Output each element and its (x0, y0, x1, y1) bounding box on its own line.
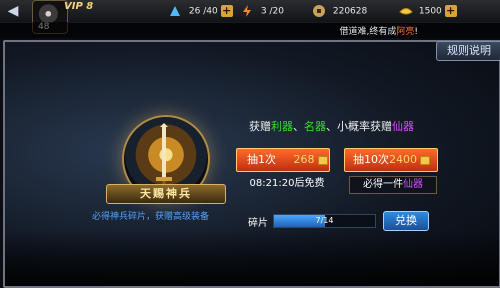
ticker-suffix: ! (414, 27, 418, 37)
top-bar: ◀ VIP 8 48 26 /40 + 3 /20 220628 1500 + (0, 0, 500, 34)
gold-value: 220628 (332, 6, 368, 17)
energy-stat: 3 /20 (240, 4, 284, 18)
ingot-icon (317, 155, 328, 165)
reward-item-1: 利器 (271, 120, 293, 133)
ticker-prefix: 借道难,终有成 (339, 27, 397, 37)
energy-icon (240, 4, 254, 18)
gold-stat: 220628 (312, 4, 367, 18)
fragments-progress-text: 7/14 (315, 216, 334, 225)
draw-10-label: 抽10次 (353, 153, 389, 166)
emblem-title: 天赐神兵 (106, 184, 226, 204)
reward-separator: 、 (293, 120, 304, 133)
ingots-value: 1500 (418, 6, 442, 17)
rules-button[interactable]: 规则说明 (436, 41, 500, 61)
ticker-highlight: 阿亮 (396, 27, 415, 37)
ingots-plus-button[interactable]: + (444, 5, 457, 17)
draw-10-button[interactable]: 抽10次2400 (344, 148, 438, 172)
energy-value: 3 /20 (260, 6, 284, 17)
fragments-label: 碎片 (248, 218, 268, 229)
guarantee-info: 必得一件仙器 (349, 176, 437, 194)
stamina-value: 26 /40 (188, 6, 218, 17)
fragments-progress-bar: 7/14 (273, 214, 376, 228)
coin-icon (312, 4, 326, 18)
emblem-description: 必得神兵碎片，获赠高级装备 (92, 212, 210, 222)
exchange-button[interactable]: 兑换 (383, 211, 429, 231)
free-draw-timer: 08:21:20后免费 (249, 178, 325, 189)
reward-item-3: 仙器 (392, 120, 414, 133)
reward-description: 获赠利器、名器、小概率获赠仙器 (249, 118, 414, 134)
announcement-ticker: 借道难,终有成阿亮! (0, 22, 500, 38)
draw-10-price: 2400 (389, 153, 417, 166)
stamina-icon (168, 4, 182, 18)
reward-text-1: 获赠 (249, 120, 271, 133)
reward-item-2: 名器 (304, 120, 326, 133)
ingot-icon (420, 155, 430, 165)
stamina-plus-button[interactable]: + (220, 5, 233, 17)
back-arrow-icon[interactable]: ◀ (4, 3, 22, 19)
guarantee-item: 仙器 (403, 179, 423, 190)
guarantee-prefix: 必得一件 (363, 179, 403, 190)
background-rocks (5, 230, 499, 286)
draw-1-price: 268 (293, 153, 315, 166)
draw-1-button[interactable]: 抽1次 268 (236, 148, 330, 172)
ticker-text: 借道难,终有成阿亮! (340, 24, 419, 37)
stamina-stat: 26 /40 + (168, 4, 233, 18)
ingots-stat: 1500 + (398, 4, 457, 18)
reward-text-2: 、小概率获赠 (326, 120, 392, 133)
vip-badge: VIP 8 (64, 1, 94, 12)
ingot-icon (398, 4, 413, 18)
draw-1-label: 抽1次 (247, 153, 276, 166)
